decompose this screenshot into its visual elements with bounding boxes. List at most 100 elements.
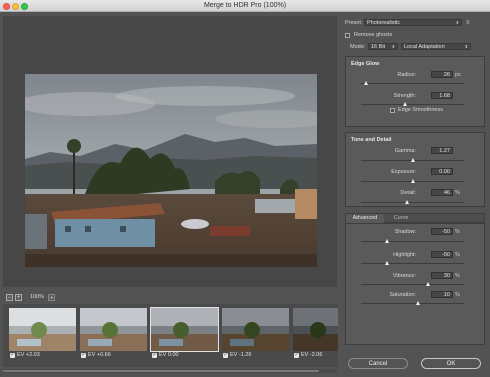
radius-unit: px	[455, 72, 461, 78]
preset-label: Preset:	[345, 19, 363, 26]
include-checkbox[interactable]: ✓	[10, 352, 15, 358]
window-title: Merge to HDR Pro (100%)	[203, 2, 287, 9]
preset-dropdown[interactable]: Photorealistic ⬍	[364, 19, 462, 26]
vibrance-label: Vibrance:	[392, 273, 416, 279]
edge-glow-group: Edge Glow Radius: 26 px Strength: 1.68 E…	[345, 56, 485, 127]
title-bar: Merge to HDR Pro (100%)	[0, 0, 490, 12]
gamma-field[interactable]: 1.27	[431, 147, 453, 154]
thumbnail-image	[222, 308, 289, 351]
source-thumbnail[interactable]	[150, 307, 219, 352]
remove-ghosts-checkbox[interactable]	[345, 32, 350, 38]
source-label: ✓ EV +2.03	[10, 352, 40, 358]
ev-label: EV 0.00	[159, 352, 179, 358]
source-filmstrip: ✓ EV +2.03 ✓ EV +0.66 ✓ EV 0.00 ✓ EV -1.26 ✓…	[3, 304, 338, 367]
edge-smoothness-checkbox[interactable]	[390, 107, 395, 113]
ok-button[interactable]: OK	[421, 358, 481, 369]
method-value: Local Adaptation	[404, 44, 445, 50]
thumbnail-image	[9, 308, 76, 351]
shadow-slider[interactable]	[361, 239, 464, 243]
strength-slider[interactable]	[361, 102, 464, 106]
include-checkbox[interactable]: ✓	[152, 352, 157, 358]
cancel-button[interactable]: Cancel	[348, 358, 408, 369]
preview-area	[3, 16, 337, 287]
source-label: ✓ EV +0.66	[81, 352, 111, 358]
source-label: ✓ EV -1.26	[223, 352, 251, 358]
thumbnail-image	[293, 308, 338, 351]
shadow-slider-knob[interactable]	[384, 239, 389, 243]
vibrance-field[interactable]: 30	[431, 272, 453, 279]
highlight-slider-knob[interactable]	[384, 261, 389, 265]
bit-depth-dropdown[interactable]: 16 Bit ⬍	[368, 43, 398, 50]
exposure-label: Exposure:	[391, 169, 416, 175]
strength-field[interactable]: 1.68	[431, 92, 453, 99]
include-checkbox[interactable]: ✓	[223, 352, 228, 358]
saturation-field[interactable]: 10	[431, 291, 453, 298]
tone-detail-group: Tone and Detail Gamma: 1.27 Exposure: 0.…	[345, 132, 485, 207]
detail-slider-knob[interactable]	[405, 200, 410, 204]
radius-slider[interactable]	[361, 81, 464, 85]
exposure-field[interactable]: 0.00	[431, 168, 453, 175]
bit-depth-value: 16 Bit	[371, 44, 386, 50]
scrollbar-thumb[interactable]	[3, 370, 319, 372]
vibrance-slider[interactable]	[361, 282, 464, 286]
chevron-down-icon: ⬍	[464, 44, 468, 49]
gamma-slider[interactable]	[361, 158, 464, 162]
remove-ghosts-row: Remove ghosts	[345, 32, 392, 38]
preset-value: Photorealistic	[367, 20, 401, 26]
thumbnail-image	[151, 308, 218, 351]
ev-label: EV +0.66	[88, 352, 111, 358]
zoom-out-button[interactable]: −	[6, 293, 13, 301]
preset-row: Preset: Photorealistic ⬍ ≡	[345, 19, 470, 26]
source-thumbnail[interactable]	[9, 308, 76, 351]
gamma-slider-knob[interactable]	[410, 158, 415, 162]
detail-slider[interactable]	[361, 200, 464, 204]
mode-label: Mode:	[350, 43, 366, 50]
shadow-unit: %	[455, 229, 460, 235]
strength-slider-knob[interactable]	[403, 102, 408, 106]
zoom-dropdown-button[interactable]: ▼	[48, 293, 56, 301]
include-checkbox[interactable]: ✓	[81, 352, 86, 358]
tone-detail-title: Tone and Detail	[351, 137, 392, 143]
radius-field[interactable]: 26	[431, 71, 453, 78]
saturation-slider[interactable]	[361, 301, 464, 305]
chevron-down-icon: ⬍	[391, 44, 395, 49]
source-thumbnail[interactable]	[80, 308, 147, 351]
ev-label: EV -2.06	[301, 352, 323, 358]
detail-unit: %	[455, 190, 460, 196]
filmstrip-scrollbar[interactable]	[3, 369, 337, 373]
strength-label: Strength:	[393, 93, 416, 99]
ev-label: EV -1.26	[230, 352, 252, 358]
source-thumbnail[interactable]	[222, 308, 289, 351]
detail-label: Detail:	[400, 190, 416, 196]
ev-label: EV +2.03	[17, 352, 40, 358]
exposure-slider[interactable]	[361, 179, 464, 183]
mode-row: Mode: 16 Bit ⬍ Local Adaptation ⬍	[350, 43, 471, 50]
vibrance-slider-knob[interactable]	[425, 282, 430, 286]
saturation-unit: %	[455, 292, 460, 298]
hdr-preview-image[interactable]	[25, 74, 317, 267]
highlight-slider[interactable]	[361, 261, 464, 265]
source-label: ✓ EV 0.00	[152, 352, 179, 358]
zoom-controls: − + 100% ▼	[6, 293, 56, 301]
shadow-label: Shadow:	[394, 229, 416, 235]
zoom-in-button[interactable]: +	[15, 293, 22, 301]
method-dropdown[interactable]: Local Adaptation ⬍	[401, 43, 471, 50]
preset-menu-icon[interactable]: ≡	[466, 20, 470, 26]
saturation-label: Saturation:	[389, 292, 416, 298]
radius-label: Radius:	[397, 72, 416, 78]
shadow-field[interactable]: -50	[431, 228, 453, 235]
chevron-down-icon: ⬍	[455, 20, 459, 25]
source-thumbnail[interactable]	[293, 308, 338, 351]
vibrance-unit: %	[455, 273, 460, 279]
detail-field[interactable]: 46	[431, 189, 453, 196]
edge-smoothness-row: Edge Smoothness	[390, 107, 443, 113]
radius-slider-knob[interactable]	[364, 81, 369, 85]
exposure-slider-knob[interactable]	[410, 179, 415, 183]
highlight-field[interactable]: -50	[431, 251, 453, 258]
adjustment-tabs: Advanced Curve	[345, 213, 485, 224]
source-label: ✓ EV -2.06	[294, 352, 322, 358]
include-checkbox[interactable]: ✓	[294, 352, 299, 358]
thumbnail-image	[80, 308, 147, 351]
saturation-slider-knob[interactable]	[415, 301, 420, 305]
gamma-label: Gamma:	[394, 148, 416, 154]
